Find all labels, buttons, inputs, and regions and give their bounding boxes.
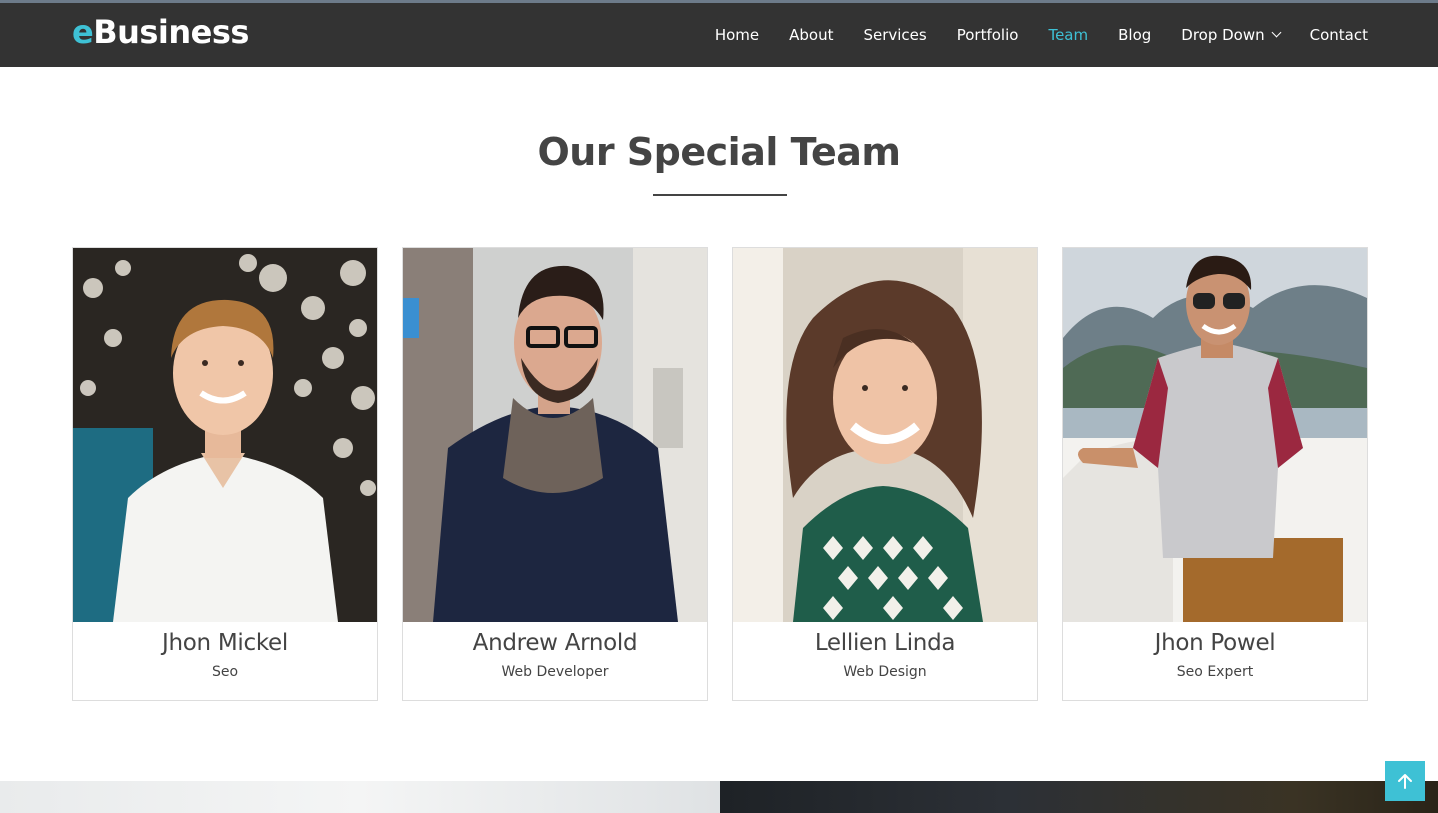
team-member-photo — [403, 248, 707, 622]
team-member-photo — [73, 248, 377, 622]
team-card-body: Lellien Linda Web Design — [733, 622, 1037, 700]
team-member-name: Jhon Mickel — [162, 630, 288, 656]
team-member-role: Web Design — [843, 664, 927, 680]
team-card: Jhon Mickel Seo — [72, 247, 378, 701]
team-card-body: Jhon Powel Seo Expert — [1063, 622, 1367, 700]
team-member-photo — [1063, 248, 1367, 622]
nav-dropdown-label: Drop Down — [1181, 26, 1265, 44]
team-card-body: Andrew Arnold Web Developer — [403, 622, 707, 700]
team-member-photo — [733, 248, 1037, 622]
team-member-name: Lellien Linda — [814, 630, 956, 656]
nav-services[interactable]: Services — [863, 26, 926, 44]
nav-dropdown[interactable]: Drop Down — [1181, 26, 1282, 44]
team-member-name: Jhon Powel — [1154, 630, 1276, 656]
team-member-role: Seo — [211, 664, 239, 680]
nav-blog[interactable]: Blog — [1118, 26, 1151, 44]
team-grid: Jhon Mickel Seo Andrew Arnold Web Develo… — [72, 247, 1368, 701]
team-card-body: Jhon Mickel Seo — [73, 622, 377, 700]
arrow-up-icon — [1398, 774, 1412, 789]
next-section-image-left — [0, 781, 720, 813]
team-card: Andrew Arnold Web Developer — [402, 247, 708, 701]
nav-about[interactable]: About — [789, 26, 833, 44]
nav-portfolio[interactable]: Portfolio — [957, 26, 1019, 44]
main-nav: Home About Services Portfolio Team Blog … — [685, 3, 1368, 67]
team-member-role: Seo Expert — [1176, 664, 1254, 680]
next-section-image-right — [720, 781, 1438, 813]
nav-home[interactable]: Home — [715, 26, 759, 44]
brand-logo[interactable]: eBusiness — [72, 13, 249, 51]
section-title: Our Special Team — [537, 130, 901, 174]
nav-contact[interactable]: Contact — [1310, 26, 1368, 44]
nav-team[interactable]: Team — [1048, 26, 1088, 44]
team-card: Jhon Powel Seo Expert — [1062, 247, 1368, 701]
team-member-name: Andrew Arnold — [472, 630, 638, 656]
chevron-down-icon — [1271, 27, 1282, 38]
team-card: Lellien Linda Web Design — [732, 247, 1038, 701]
back-to-top-button[interactable] — [1385, 761, 1425, 801]
site-header: eBusiness Home About Services Portfolio … — [0, 3, 1438, 67]
title-underline — [653, 194, 787, 196]
team-member-role: Web Developer — [501, 664, 609, 680]
